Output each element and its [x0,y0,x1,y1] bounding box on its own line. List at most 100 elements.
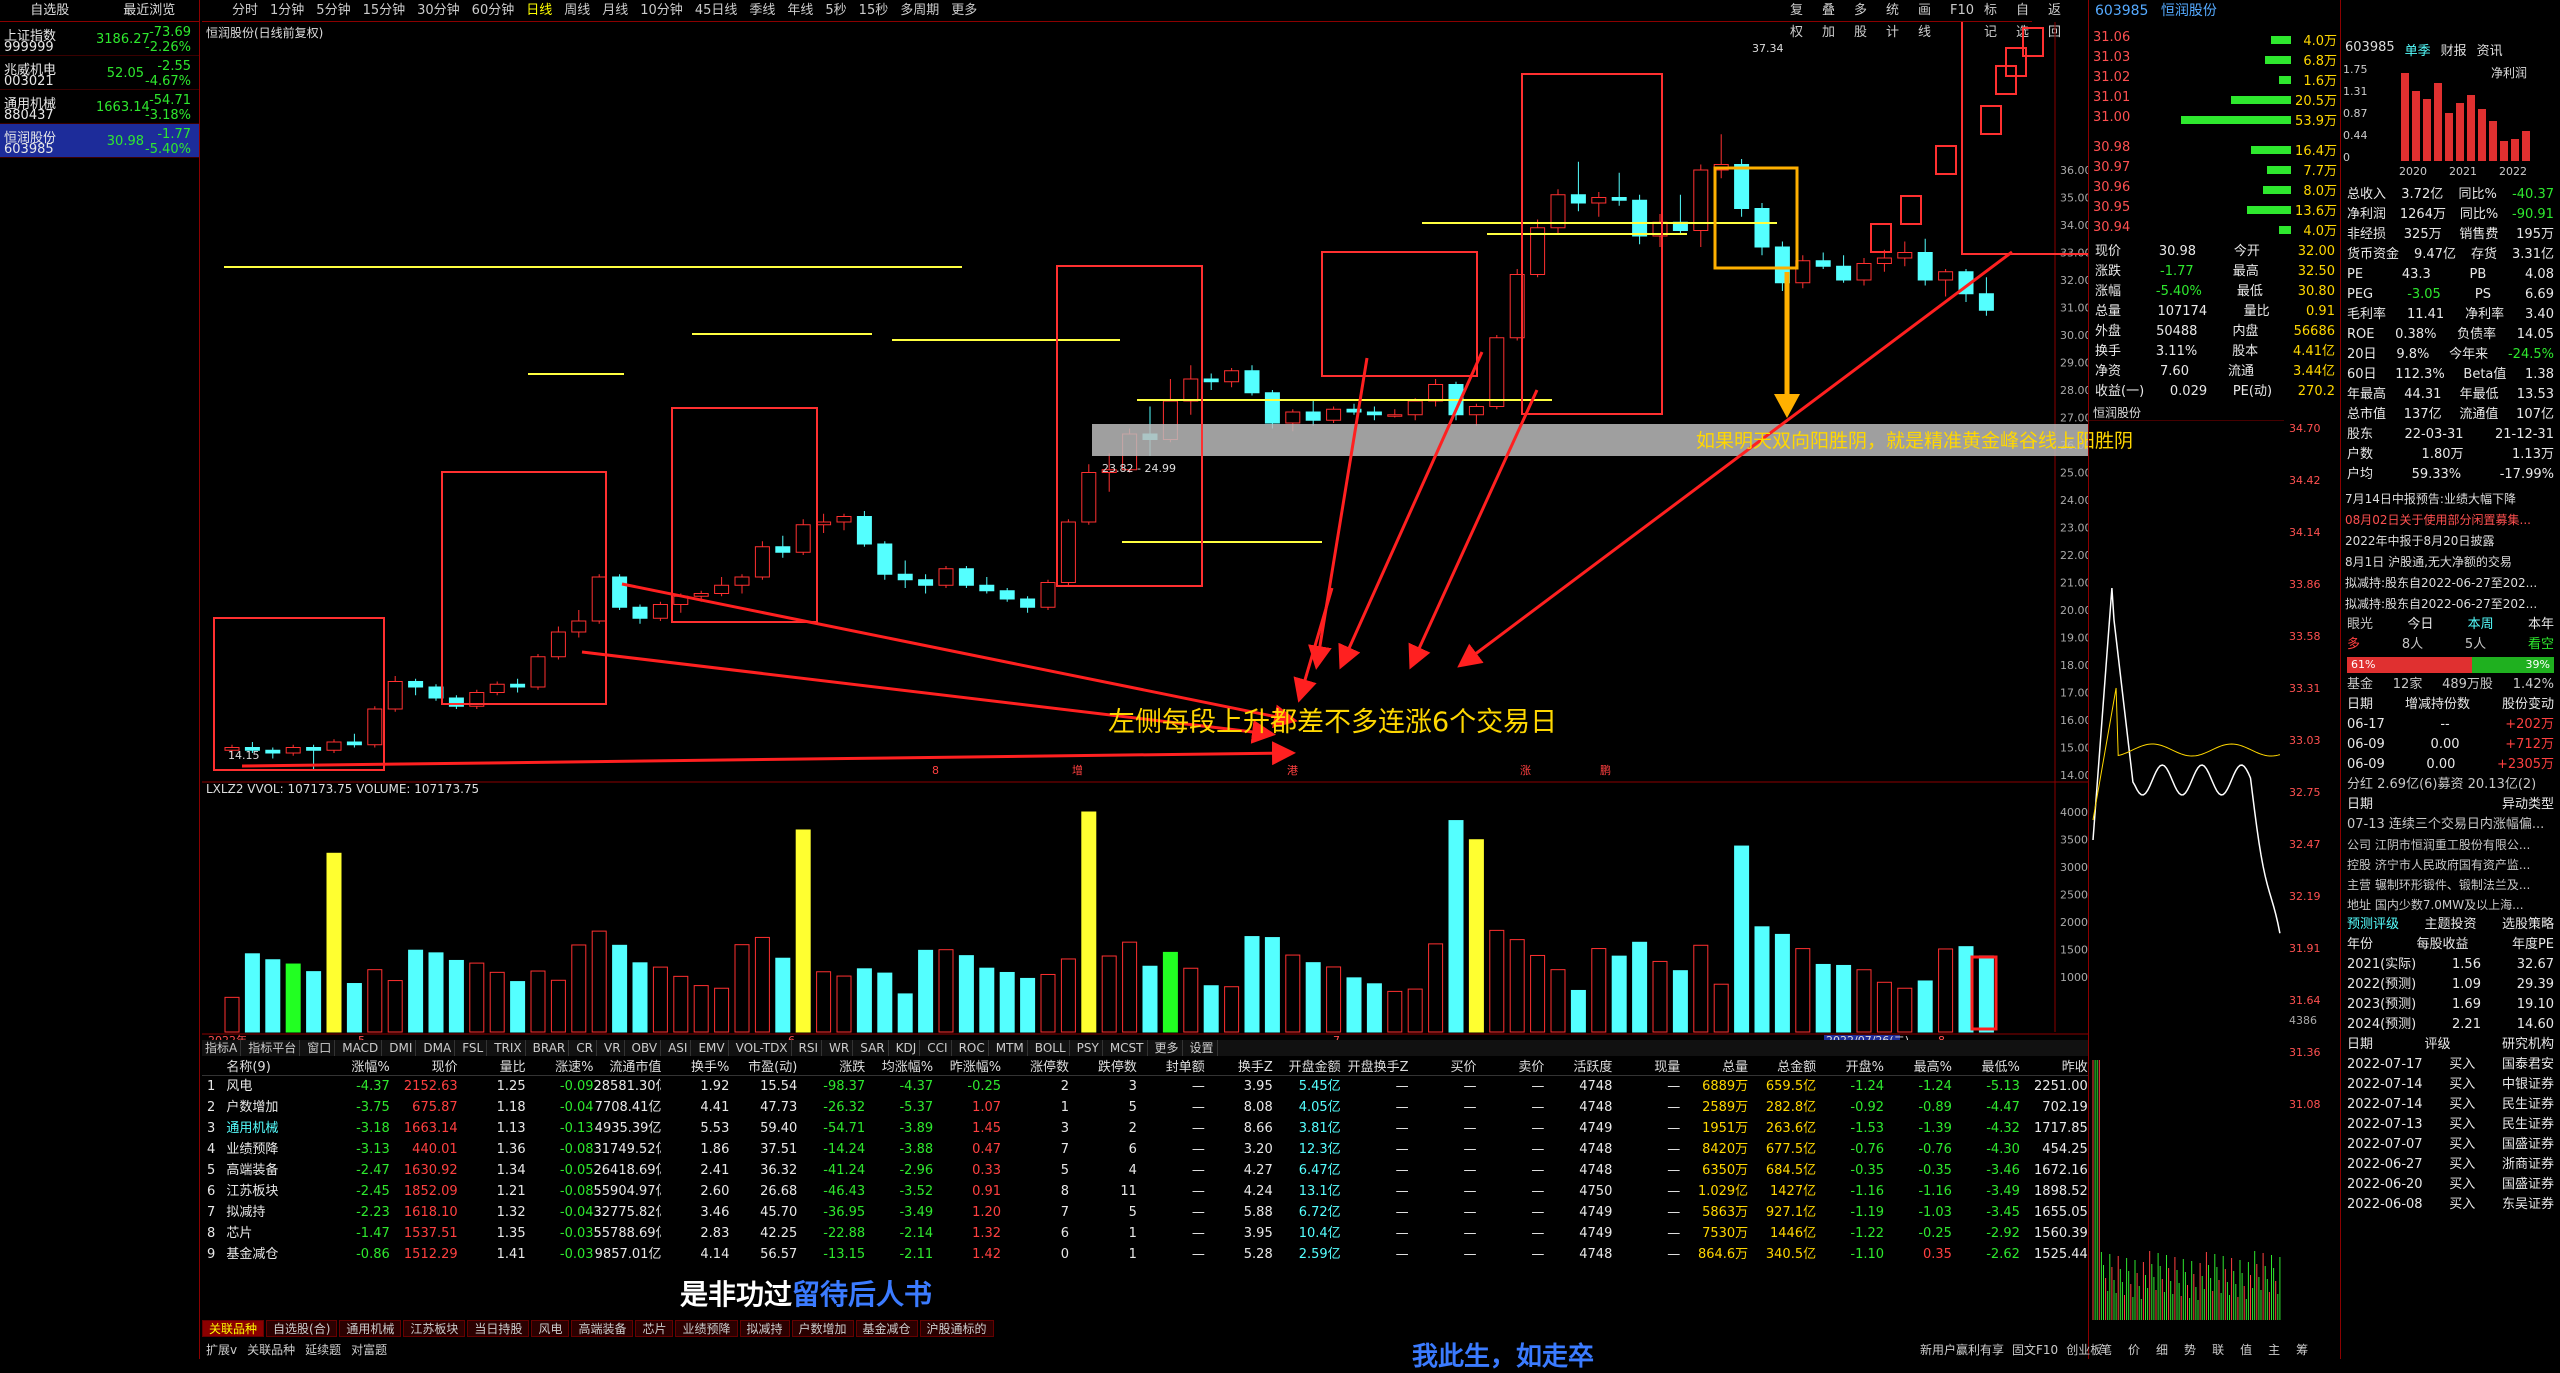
tool-button[interactable]: 返回 [2048,0,2070,40]
sentiment-tab[interactable]: 本年 [2528,615,2554,635]
table-header-cell[interactable]: 涨幅% [322,1056,389,1075]
bottom-tab[interactable]: 户数增加 [791,1320,854,1337]
table-header-cell[interactable]: 涨跌 [797,1056,865,1075]
tool-button[interactable]: 画线 [1918,0,1940,40]
bottom-tab[interactable]: 江苏板块 [403,1320,466,1337]
tool-button[interactable]: 复权 [1790,0,1812,40]
intraday-chart[interactable]: 34.70 34.42 34.14 33.86 33.58 33.31 33.03 32.75… [2089,420,2341,1320]
table-header-cell[interactable]: 最低% [1952,1056,2020,1075]
table-header-cell[interactable]: 流通市值 [594,1056,661,1075]
tab-quarter[interactable]: 单季 [2405,40,2431,59]
table-header-cell[interactable]: 名称(9) [220,1056,321,1075]
watchlist-row[interactable]: 恒润股份 603985 30.98 -1.77 -5.40% [0,124,199,158]
table-header-cell[interactable]: 现价 [390,1056,458,1075]
tool-button[interactable]: 叠加 [1822,0,1844,40]
indicator-tab[interactable]: RSI [796,1040,823,1056]
period-tab[interactable]: 1分钟 [270,0,304,21]
table-row[interactable]: 9 基金减仓 -0.86 1512.29 1.41 -0.03 9857.01亿 4.14 56… [202,1244,2088,1265]
indicator-tab[interactable]: 设置 [1187,1040,1218,1056]
f10-bottom-tab[interactable]: 联 [2212,1341,2224,1358]
indicator-tab[interactable]: OBV [629,1040,662,1056]
indicator-tab[interactable]: DMA [420,1040,456,1056]
news-item[interactable]: 7月14日中报预告:业绩大幅下降 [2341,489,2560,510]
f10-bottom-tab[interactable]: 主 [2268,1341,2280,1358]
indicator-tab[interactable]: KDJ [893,1040,921,1056]
bottom-tab[interactable]: 当日持股 [467,1320,530,1337]
bottom-tab[interactable]: 通用机械 [339,1320,402,1337]
table-header-cell[interactable]: 均涨幅% [865,1056,933,1075]
tab-recent[interactable]: 最近浏览 [100,0,200,21]
news-item[interactable]: 拟减持:股东自2022-06-27至202... [2341,594,2560,615]
table-row[interactable]: 7 拟减持 -2.23 1618.10 1.32 -0.04 32775.82亿 3.46 45… [202,1202,2088,1223]
status-item[interactable]: 新用户赢利有享 [1920,1341,2004,1358]
bottom-tab[interactable]: 关联品种 [202,1320,265,1337]
indicator-tab[interactable]: EMV [695,1040,729,1056]
tab-report[interactable]: 财报 [2441,40,2467,59]
table-header-cell[interactable]: 开盘换手Z [1341,1056,1409,1075]
indicator-tab[interactable]: TRIX [491,1040,526,1056]
indicator-tab[interactable]: SAR [857,1040,889,1056]
news-item[interactable]: 8月1日 沪股通,无大净额的交易 [2341,552,2560,573]
indicator-tab[interactable]: ROC [956,1040,989,1056]
news-item[interactable]: 拟减持:股东自2022-06-27至202... [2341,573,2560,594]
table-header-cell[interactable]: 封单额 [1137,1056,1205,1075]
indicator-tab[interactable]: VR [601,1040,625,1056]
period-tab[interactable]: 30分钟 [417,0,460,21]
table-header-cell[interactable]: 昨收 [2020,1056,2088,1075]
status-item[interactable]: 固文F10 [2012,1341,2058,1358]
period-tab[interactable]: 更多 [951,0,977,21]
table-header-cell[interactable]: 市盈(动) [729,1056,797,1075]
forecast-tab[interactable]: 主题投资 [2424,915,2476,935]
period-tab[interactable]: 45日线 [695,0,738,21]
table-header-cell[interactable]: 卖价 [1477,1056,1544,1075]
indicator-tab[interactable]: 指标平台 [245,1040,301,1056]
bottom-tab[interactable]: 芯片 [635,1320,674,1337]
sentiment-tab[interactable]: 本周 [2468,615,2494,635]
indicator-tab[interactable]: WR [826,1040,854,1056]
period-tab[interactable]: 季线 [749,0,775,21]
bottom-tab-2[interactable]: 扩展v [202,1341,241,1359]
period-tab[interactable]: 5分钟 [316,0,350,21]
f10-bottom-tab[interactable]: 笔 [2100,1341,2112,1358]
watchlist-row[interactable]: 兆威机电 003021 52.05 -2.55 -4.67% [0,56,199,90]
table-header-cell[interactable]: 量比 [458,1056,526,1075]
indicator-tab[interactable]: MCST [1107,1040,1148,1056]
bottom-tab[interactable]: 自选股(合) [266,1320,338,1337]
tab-news[interactable]: 资讯 [2477,40,2503,59]
table-header-cell[interactable]: 开盘金额 [1273,1056,1341,1075]
bottom-tab-2[interactable]: 延续题 [301,1341,345,1359]
period-tab[interactable]: 日线 [526,0,552,21]
indicator-tab[interactable]: CCI [924,1040,952,1056]
bottom-tab[interactable]: 沪股通标的 [919,1320,994,1337]
tool-button[interactable]: 自选 [2016,0,2038,40]
tool-button[interactable]: F10 [1950,0,1974,22]
tool-button[interactable]: 标记 [1984,0,2006,40]
bottom-tab[interactable]: 风电 [531,1320,570,1337]
f10-bottom-tab[interactable]: 势 [2184,1341,2196,1358]
forecast-tab[interactable]: 选股策略 [2502,915,2554,935]
table-header-cell[interactable]: 现量 [1612,1056,1680,1075]
table-row[interactable]: 4 业绩预降 -3.13 440.01 1.36 -0.08 31749.52亿 1.86 37… [202,1139,2088,1160]
f10-bottom-tab[interactable]: 价 [2128,1341,2140,1358]
table-row[interactable]: 8 芯片 -1.47 1537.51 1.35 -0.03 55788.69亿 2.83 42.… [202,1223,2088,1244]
indicator-tab[interactable]: MACD [339,1040,383,1056]
f10-bottom-tab[interactable]: 细 [2156,1341,2168,1358]
tool-button[interactable]: 多股 [1854,0,1876,40]
news-item[interactable]: 2022年中报于8月20日披露 [2341,531,2560,552]
table-row[interactable]: 1 风电 -4.37 2152.63 1.25 -0.09 28581.30亿 1.92 15.… [202,1076,2088,1097]
indicator-tab[interactable]: VOL-TDX [733,1040,792,1056]
forecast-tab[interactable]: 预测评级 [2347,915,2399,935]
f10-bottom-tab[interactable]: 筹 [2296,1341,2308,1358]
table-header-cell[interactable] [202,1056,220,1075]
indicator-tab[interactable]: DMI [386,1040,417,1056]
indicator-tab[interactable]: MTM [993,1040,1028,1056]
indicator-tab[interactable]: 指标A [202,1040,242,1056]
table-header-cell[interactable]: 换手% [661,1056,729,1075]
indicator-tab[interactable]: ASI [665,1040,692,1056]
period-tab[interactable]: 多周期 [900,0,939,21]
indicator-tab[interactable]: FSL [459,1040,488,1056]
table-header-cell[interactable]: 涨停数 [1001,1056,1069,1075]
table-row[interactable]: 5 高端装备 -2.47 1630.92 1.34 -0.05 26418.69亿 2.41 3… [202,1160,2088,1181]
watchlist-row[interactable]: 上证指数 999999 3186.27 -73.69 -2.26% [0,22,199,56]
status-item[interactable]: 创业板 [2066,1341,2102,1358]
